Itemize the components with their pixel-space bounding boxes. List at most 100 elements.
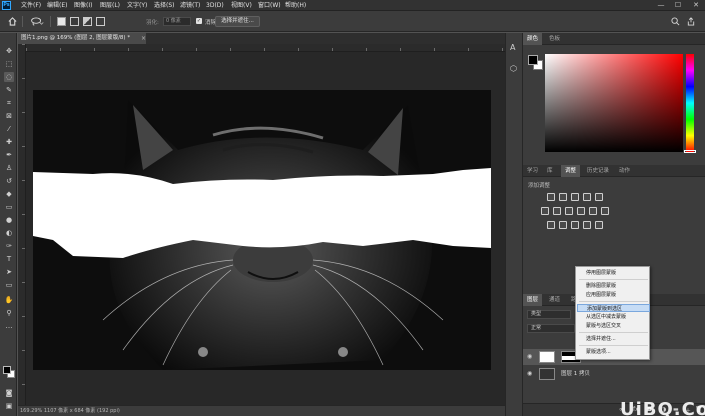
antialias-checkbox[interactable]: ✓ [196, 18, 202, 24]
eyedropper-tool-icon[interactable]: ⁄ [4, 124, 14, 134]
close-window-button[interactable]: ✕ [688, 0, 704, 11]
menu-3d[interactable]: 3D(D) [206, 1, 224, 10]
menu-type[interactable]: 文字(Y) [127, 1, 147, 10]
path-selection-tool-icon[interactable]: ➤ [4, 267, 14, 277]
menu-image[interactable]: 图像(I) [74, 1, 92, 10]
screen-mode-icon[interactable]: ▣ [4, 401, 14, 411]
black-white-icon[interactable] [565, 207, 573, 215]
menu-item-intersect-mask-selection[interactable]: 蒙版与选区交叉 [577, 322, 650, 330]
vibrance-icon[interactable] [595, 193, 603, 201]
visibility-eye-icon[interactable]: ◉ [527, 349, 535, 365]
gradient-map-icon[interactable] [583, 221, 591, 229]
hand-tool-icon[interactable]: ✋ [4, 295, 14, 305]
layer-thumbnail[interactable] [539, 351, 555, 363]
select-and-mask-button[interactable]: 选择并遮住... [215, 16, 260, 27]
visibility-eye-icon[interactable]: ◉ [527, 366, 535, 382]
color-lookup-icon[interactable] [601, 207, 609, 215]
tab-history[interactable]: 历史记录 [583, 165, 613, 177]
tab-actions[interactable]: 动作 [615, 165, 634, 177]
blend-mode-dropdown[interactable]: 正常 [527, 324, 575, 333]
minimize-button[interactable]: — [653, 0, 669, 11]
menu-item-delete-mask[interactable]: 删除图层蒙版 [577, 282, 650, 290]
menu-help[interactable]: 帮助(H) [285, 1, 306, 10]
close-tab-icon[interactable]: × [141, 33, 147, 44]
zoom-tool-icon[interactable]: ⚲ [4, 308, 14, 318]
document-tab[interactable]: 图片1.png @ 169% (图层 2, 图层蒙版/8) * [18, 33, 146, 44]
menu-item-disable-mask[interactable]: 停用图层蒙版 [577, 269, 650, 277]
hue-saturation-icon[interactable] [541, 207, 549, 215]
tab-color[interactable]: 颜色 [523, 33, 543, 45]
threshold-icon[interactable] [571, 221, 579, 229]
hue-slider-handle[interactable] [684, 150, 696, 153]
posterize-icon[interactable] [559, 221, 567, 229]
dodge-tool-icon[interactable]: ◐ [4, 228, 14, 238]
photo-filter-icon[interactable] [577, 207, 585, 215]
lasso-tool-icon[interactable]: ◌ [4, 72, 14, 82]
menu-select[interactable]: 选择(S) [154, 1, 175, 10]
exposure-icon[interactable] [583, 193, 591, 201]
layer-row[interactable]: ◉ 图层 1 拷贝 [523, 366, 705, 382]
menu-item-select-and-mask[interactable]: 选择并遮住... [577, 335, 650, 343]
frame-tool-icon[interactable]: ⊠ [4, 111, 14, 121]
menu-edit[interactable]: 编辑(E) [47, 1, 67, 10]
tab-swatches[interactable]: 色板 [545, 33, 564, 45]
document-canvas[interactable] [33, 90, 491, 370]
3d-panel-icon[interactable]: ⬡ [510, 64, 517, 73]
home-icon[interactable] [8, 17, 17, 26]
menu-item-subtract-mask-from-selection[interactable]: 从选区中减去蒙版 [577, 313, 650, 321]
more-tools-icon[interactable]: … [4, 321, 14, 331]
menu-item-apply-mask[interactable]: 应用图层蒙版 [577, 291, 650, 299]
channel-mixer-icon[interactable] [589, 207, 597, 215]
levels-icon[interactable] [559, 193, 567, 201]
vertical-ruler[interactable] [18, 44, 26, 405]
gradient-tool-icon[interactable]: ▭ [4, 202, 14, 212]
brightness-contrast-icon[interactable] [547, 193, 555, 201]
horizontal-ruler[interactable] [26, 44, 505, 52]
menu-view[interactable]: 视图(V) [231, 1, 252, 10]
tab-layers[interactable]: 图层 [523, 294, 543, 306]
layer-name[interactable]: 图层 1 拷贝 [561, 366, 590, 382]
history-brush-tool-icon[interactable]: ↺ [4, 176, 14, 186]
color-balance-icon[interactable] [553, 207, 561, 215]
marquee-tool-icon[interactable]: ⬚ [4, 59, 14, 69]
menu-filter[interactable]: 滤镜(T) [180, 1, 200, 10]
layer-thumbnail[interactable] [539, 368, 555, 380]
menu-layer[interactable]: 图层(L) [100, 1, 120, 10]
eraser-tool-icon[interactable]: ◆ [4, 189, 14, 199]
move-tool-icon[interactable]: ✥ [4, 46, 14, 56]
tab-learn[interactable]: 学习 [523, 165, 542, 177]
foreground-color-swatch[interactable] [528, 55, 538, 65]
type-tool-icon[interactable]: T [4, 254, 14, 264]
healing-brush-tool-icon[interactable]: ✚ [4, 137, 14, 147]
layer-filter-dropdown[interactable]: 类型 [527, 310, 571, 319]
subtract-from-selection-icon[interactable] [83, 17, 92, 26]
feather-input[interactable]: 0 像素 [163, 17, 191, 26]
new-selection-icon[interactable] [57, 17, 66, 26]
share-icon[interactable] [686, 17, 696, 26]
pen-tool-icon[interactable]: ✑ [4, 241, 14, 251]
selective-color-icon[interactable] [595, 221, 603, 229]
menu-item-add-mask-to-selection[interactable]: 添加蒙版到选区 [577, 304, 650, 312]
clone-stamp-tool-icon[interactable]: ♙ [4, 163, 14, 173]
search-icon[interactable] [671, 17, 680, 26]
quick-select-tool-icon[interactable]: ✎ [4, 85, 14, 95]
rectangle-tool-icon[interactable]: ▭ [4, 280, 14, 290]
tab-libraries[interactable]: 库 [543, 165, 557, 177]
maximize-button[interactable]: ☐ [670, 0, 686, 11]
hue-slider[interactable] [686, 54, 694, 152]
curves-icon[interactable] [571, 193, 579, 201]
color-picker-field[interactable] [545, 54, 683, 152]
add-to-selection-icon[interactable] [70, 17, 79, 26]
tab-adjustments[interactable]: 调整 [561, 165, 581, 177]
quick-mask-icon[interactable]: ◙ [4, 388, 14, 398]
menu-file[interactable]: 文件(F) [21, 1, 41, 10]
tab-channels[interactable]: 通道 [545, 294, 564, 306]
foreground-color-swatch[interactable] [3, 366, 11, 374]
invert-icon[interactable] [547, 221, 555, 229]
brush-tool-icon[interactable]: ✒ [4, 150, 14, 160]
character-panel-icon[interactable]: A [510, 43, 515, 52]
crop-tool-icon[interactable]: ⌗ [4, 98, 14, 108]
intersect-selection-icon[interactable] [96, 17, 105, 26]
blur-tool-icon[interactable]: ● [4, 215, 14, 225]
menu-item-mask-options[interactable]: 蒙版选项... [577, 348, 650, 356]
